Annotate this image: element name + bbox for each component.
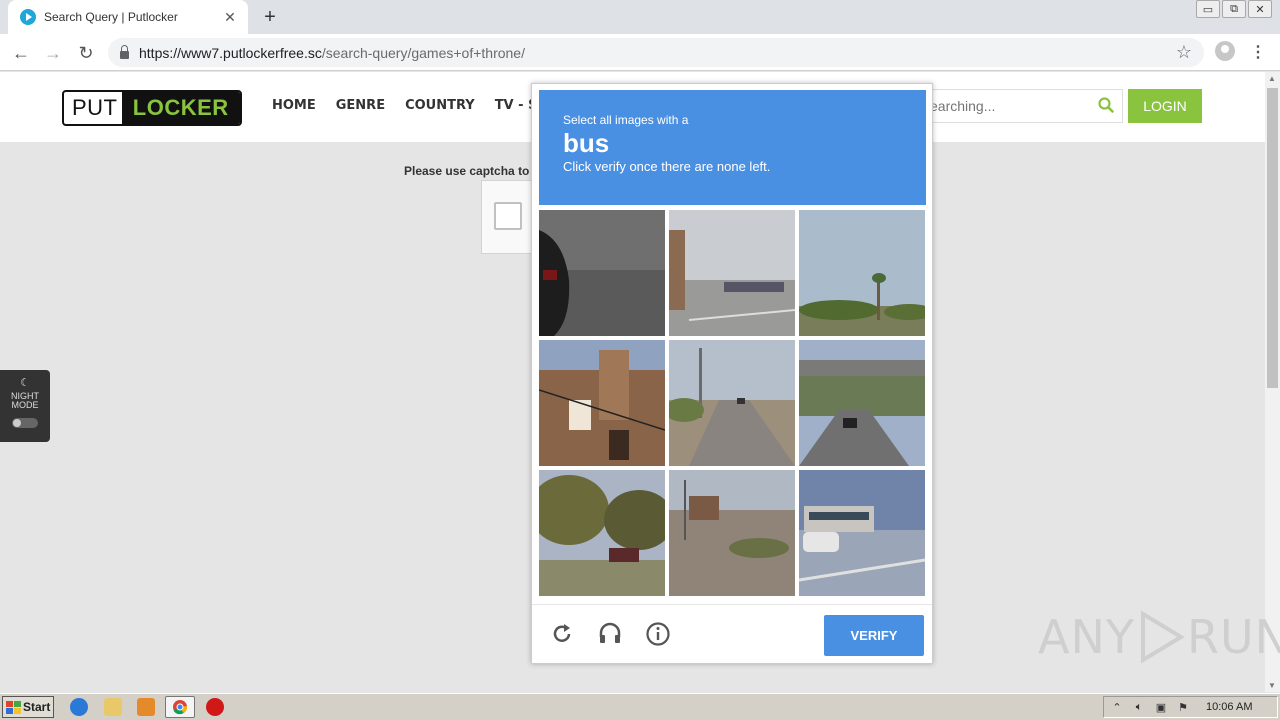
system-tray: ⌃ 🔈︎ ▣ ⚑ 10:06 AM [1103,696,1278,718]
info-icon[interactable] [645,621,671,647]
volume-icon[interactable]: 🔈︎ [1132,700,1146,714]
logo-locker-text: LOCKER [121,92,240,124]
browser-tab-active[interactable]: Search Query | Putlocker ✕ [8,0,248,34]
new-tab-button[interactable]: + [258,5,282,29]
image-tile-3[interactable] [799,210,925,336]
stop-sign-icon[interactable] [206,698,224,716]
image-tile-1[interactable] [539,210,665,336]
network-icon[interactable]: ▣ [1154,700,1168,714]
image-tile-6[interactable] [799,340,925,466]
watermark-any: ANY [1038,610,1135,664]
parking-lot-image [669,210,795,336]
night-mode-panel: ☾ NIGHT MODE [0,370,50,442]
image-tile-4[interactable] [539,340,665,466]
image-grid [539,210,927,598]
windows-taskbar: Start ⌃ 🔈︎ ▣ ⚑ 10:06 AM [0,693,1280,720]
putlocker-favicon-icon [20,9,36,25]
captcha-challenge: Select all images with a bus Click verif… [531,83,933,664]
challenge-footer: VERIFY [532,604,932,664]
image-tile-9[interactable] [799,470,925,596]
browser-toolbar: ← → ↻ https://www7.putlockerfree.sc/sear… [0,34,1280,71]
site-search [925,89,1123,123]
image-tile-8[interactable] [669,470,795,596]
moon-icon: ☾ [20,377,30,389]
address-bar[interactable]: https://www7.putlockerfree.sc/search-que… [108,38,1204,67]
scroll-down-icon[interactable]: ▼ [1268,681,1276,690]
roundabout-image [669,470,795,596]
scroll-thumb[interactable] [1267,88,1278,388]
bookmark-star-icon[interactable]: ☆ [1176,42,1192,63]
windows-flag-icon [6,700,21,714]
challenge-hint: Click verify once there are none left. [563,159,771,174]
anyrun-watermark: ANY RUN [1038,610,1280,664]
start-button[interactable]: Start [2,696,54,718]
close-tab-icon[interactable]: ✕ [222,9,238,25]
restore-button[interactable]: ⧉ [1222,0,1246,18]
close-window-button[interactable]: ✕ [1248,0,1272,18]
forward-button[interactable]: → [40,40,66,66]
browser-menu-icon[interactable]: ⋮ [1250,42,1266,62]
captcha-instruction: Please use captcha to [404,164,530,178]
challenge-target-word: bus [563,128,610,158]
putlocker-logo[interactable]: PUT LOCKER [62,90,242,126]
brick-building-image [539,340,665,466]
play-triangle-icon [1140,610,1185,664]
file-explorer-icon[interactable] [104,698,122,716]
image-tile-7[interactable] [539,470,665,596]
lock-icon [120,44,129,59]
headphones-icon[interactable] [597,621,623,647]
chrome-taskbar-button[interactable] [165,696,195,718]
main-nav: HOME GENRE COUNTRY TV - SER [272,98,556,113]
chrome-icon [173,700,187,715]
search-icon[interactable] [1098,97,1114,113]
back-button[interactable]: ← [8,40,34,66]
start-label: Start [23,700,51,714]
window-controls: ▭ ⧉ ✕ [1196,0,1272,18]
challenge-prompt: Select all images with a [563,113,689,127]
palm-tree-image [799,210,925,336]
street-road-image [669,340,795,466]
reload-button[interactable]: ↻ [73,40,99,66]
search-input[interactable] [930,98,1090,114]
tray-arrow-icon[interactable]: ⌃ [1110,700,1124,714]
car-door-image [539,210,665,336]
image-tile-5[interactable] [669,340,795,466]
url-host: https://www7.putlockerfree.sc [139,44,322,61]
flag-icon[interactable]: ⚑ [1176,700,1190,714]
night-mode-label: NIGHT MODE [11,391,39,410]
browser-tab-strip: Search Query | Putlocker ✕ + ▭ ⧉ ✕ [0,0,1280,34]
scroll-up-icon[interactable]: ▲ [1268,74,1276,83]
tab-title: Search Query | Putlocker [44,10,178,24]
profile-avatar-icon[interactable] [1215,41,1235,61]
overpass-image [799,340,925,466]
nav-country[interactable]: COUNTRY [405,98,475,113]
verify-button[interactable]: VERIFY [824,615,924,656]
logo-put-text: PUT [72,95,118,120]
page-scrollbar[interactable]: ▲ ▼ [1265,72,1280,692]
challenge-header: Select all images with a bus Click verif… [539,90,926,205]
refresh-icon[interactable] [549,621,575,647]
media-player-icon[interactable] [137,698,155,716]
watermark-run: RUN [1186,610,1280,664]
nav-home[interactable]: HOME [272,98,316,113]
bus-street-image [799,470,925,596]
url-path: /search-query/games+of+throne/ [321,44,525,61]
minimize-button[interactable]: ▭ [1196,0,1220,18]
login-button[interactable]: LOGIN [1128,89,1202,123]
clock[interactable]: 10:06 AM [1206,701,1252,713]
internet-explorer-icon[interactable] [70,698,88,716]
recaptcha-checkbox[interactable] [494,202,522,230]
trees-street-image [539,470,665,596]
nav-genre[interactable]: GENRE [336,98,385,113]
night-mode-toggle[interactable] [12,418,38,428]
image-tile-2[interactable] [669,210,795,336]
